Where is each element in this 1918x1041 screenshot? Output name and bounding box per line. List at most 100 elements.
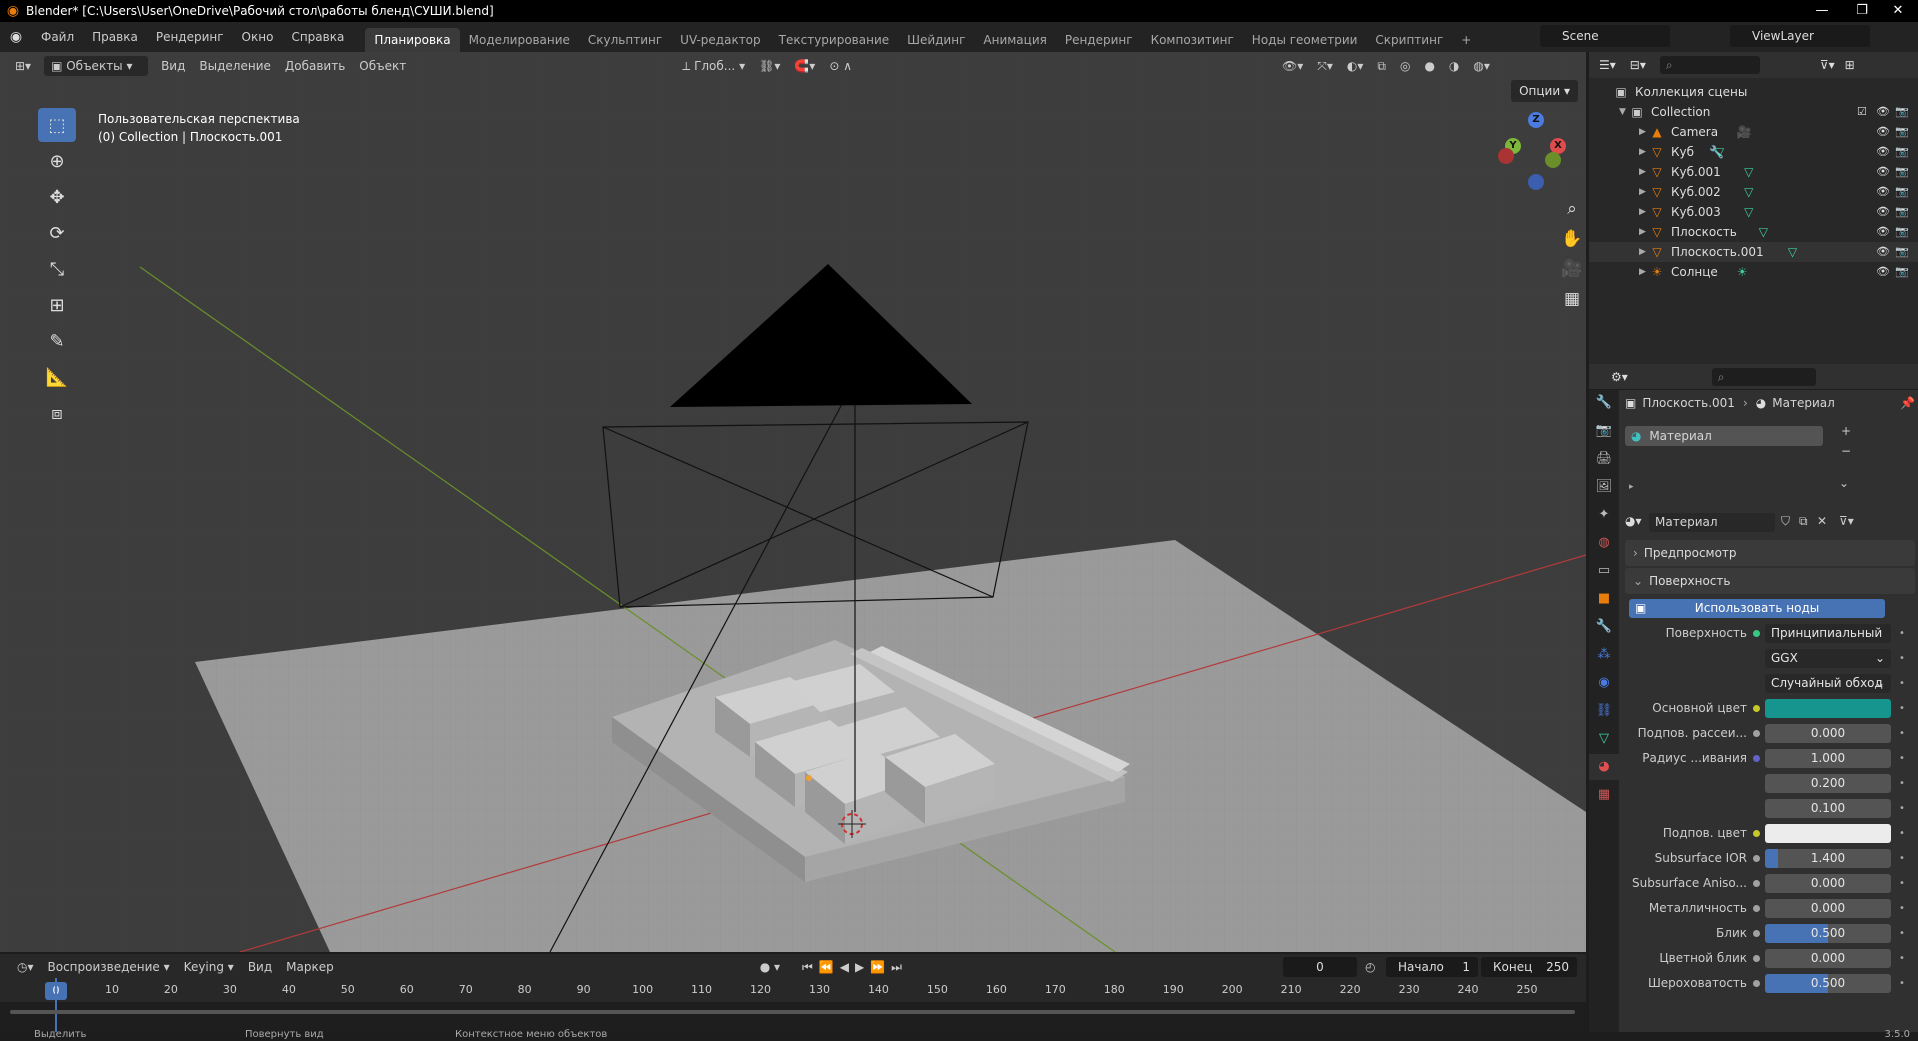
outliner-search-input[interactable]: ⌕ [1659,56,1760,74]
clock-icon[interactable]: ◴ [1365,960,1375,974]
end-frame-field[interactable]: Конец 250 [1481,957,1577,977]
timeline-scrollbar[interactable] [10,1010,1575,1014]
collection-checkbox[interactable]: ☑ [1857,102,1867,122]
menu-window[interactable]: Окно [233,22,283,52]
physics-tab-icon[interactable]: ◉ [1589,670,1619,696]
animate-dot-icon[interactable]: • [1899,696,1905,721]
render-camera-icon[interactable]: 📷 [1895,122,1909,142]
animate-dot-icon[interactable]: • [1899,871,1905,896]
eye-icon[interactable]: 👁 [1876,182,1890,202]
duplicate-material-icon[interactable]: ⧉ [1799,514,1808,529]
view-layer-tab-icon[interactable]: 🖼 [1589,474,1619,500]
eye-icon[interactable]: 👁 [1876,222,1890,242]
dropdown-field[interactable]: Случайный обход ⌄ [1765,674,1891,693]
gizmo-neg-x-axis[interactable] [1498,148,1514,164]
scene-collection-row[interactable]: ▣ Коллекция сцены [1589,82,1918,102]
particles-tab-icon[interactable]: ⁂ [1589,642,1619,668]
expand-arrow-icon[interactable]: ▶ [1639,182,1649,202]
use-nodes-button[interactable]: ▣ Использовать ноды [1629,599,1885,618]
number-field[interactable]: 1.000 [1765,749,1891,768]
editor-type-icon[interactable]: ⊞▾ [8,56,38,76]
texture-tab-icon[interactable]: ▦ [1589,782,1619,808]
menu-edit[interactable]: Правка [83,22,147,52]
menu-playback[interactable]: Воспроизведение ▾ [41,957,177,977]
render-tab-icon[interactable]: 📷 [1589,418,1619,444]
number-field[interactable]: 0.000 [1765,899,1891,918]
pan-hand-icon[interactable]: ✋ [1557,224,1586,254]
collection-row[interactable]: ▼ ▣ Collection ☑ 👁 📷 [1589,102,1918,122]
world-tab-icon[interactable]: ◍ [1589,530,1619,556]
outliner-item[interactable]: ▶ ▽ Куб.001 ▽ 👁 📷 [1589,162,1918,182]
socket-dot-icon[interactable] [1753,830,1760,837]
render-camera-icon[interactable]: 📷 [1895,222,1909,242]
dropdown-field[interactable]: GGX ⌄ [1765,649,1891,668]
socket-dot-icon[interactable] [1753,980,1760,987]
tab-geometry-nodes[interactable]: Ноды геометрии [1243,28,1367,52]
slider-field[interactable]: 1.400 [1765,849,1891,868]
maximize-button[interactable]: ❐ [1842,0,1882,22]
gizmo-toggle-icon[interactable]: ⤧▾ [1310,56,1340,76]
output-tab-icon[interactable]: 🖨 [1589,446,1619,472]
render-camera-icon[interactable]: 📷 [1895,102,1909,122]
annotate-tool-icon[interactable]: ✎ [38,324,76,358]
animate-dot-icon[interactable]: • [1899,771,1905,796]
tab-animation[interactable]: Анимация [974,28,1055,52]
options-dropdown[interactable]: Опции ▾ [1511,80,1578,102]
animate-dot-icon[interactable]: • [1899,796,1905,821]
outliner-item[interactable]: ▶ ▽ Куб.003 ▽ 👁 📷 [1589,202,1918,222]
slider-field[interactable]: 0.500 [1765,924,1891,943]
expand-arrow-icon[interactable]: ▶ [1639,222,1649,242]
add-slot-icon[interactable]: + [1841,424,1851,438]
overlay-toggle-icon[interactable]: ◐▾ [1340,56,1371,76]
socket-dot-icon[interactable] [1753,905,1760,912]
object-tab-icon[interactable]: ■ [1589,586,1619,612]
outliner-item[interactable]: ▶ ▽ Плоскость ▽ 👁 📷 [1589,222,1918,242]
scene-tab-icon[interactable]: ✦ [1589,502,1619,528]
menu-timeline-view[interactable]: Вид [241,957,279,977]
data-tab-icon[interactable]: ▽ [1589,726,1619,752]
socket-dot-icon[interactable] [1753,855,1760,862]
tab-compositing[interactable]: Композитинг [1142,28,1243,52]
add-workspace-button[interactable]: + [1452,28,1480,52]
menu-keying[interactable]: Keying ▾ [177,957,241,977]
preview-section[interactable]: › Предпросмотр [1625,540,1915,566]
socket-dot-icon[interactable] [1753,755,1760,762]
menu-file[interactable]: Файл [32,22,83,52]
display-mode-icon[interactable]: ⊟▾ [1630,58,1646,72]
animate-dot-icon[interactable]: • [1899,896,1905,921]
outliner-item[interactable]: ▶ ▽ Куб 🔧 ▽ 👁 📷 [1589,142,1918,162]
cursor-tool-icon[interactable]: ⊕ [38,144,76,178]
menu-object[interactable]: Объект [352,56,413,76]
tab-uv-editing[interactable]: UV-редактор [671,28,769,52]
expand-arrow-icon[interactable]: ▶ [1639,262,1649,282]
tab-shading[interactable]: Шейдинг [898,28,974,52]
material-name-field[interactable]: Материал [1649,513,1775,532]
render-camera-icon[interactable]: 📷 [1895,242,1909,262]
dropdown-field[interactable]: Принципиальный BS...⌄ [1765,624,1891,643]
gizmo-neg-z-axis[interactable] [1528,174,1544,190]
measure-tool-icon[interactable]: 📐 [38,360,76,394]
scene-selector[interactable]: Scene [1540,25,1670,47]
color-swatch[interactable] [1765,699,1891,718]
tab-modeling[interactable]: Моделирование [460,28,579,52]
gizmo-z-axis[interactable]: Z [1528,112,1544,128]
camera-data-icon[interactable]: 🎥 [1737,122,1752,142]
minimize-button[interactable]: — [1802,0,1842,22]
animate-dot-icon[interactable]: • [1899,646,1905,671]
mesh-data-icon[interactable]: ▽ [1744,182,1753,202]
expand-arrow-icon[interactable]: ▶ [1639,202,1649,222]
animate-dot-icon[interactable]: • [1899,721,1905,746]
xray-icon[interactable]: ⧉ [1370,56,1393,76]
new-collection-icon[interactable]: ⊞ [1845,58,1855,72]
animate-dot-icon[interactable]: • [1899,846,1905,871]
expand-arrow-icon[interactable]: ▶ [1639,242,1649,262]
move-tool-icon[interactable]: ✥ [38,180,76,214]
mesh-data-icon[interactable]: ▽ [1744,162,1753,182]
3d-viewport[interactable]: ⊞▾ ▣ Объекты ▾ Вид Выделение Добавить Об… [0,52,1586,952]
number-field[interactable]: 0.000 [1765,874,1891,893]
light-data-icon[interactable]: ☀ [1737,262,1748,282]
mode-selector[interactable]: ▣ Объекты ▾ [44,56,149,76]
zoom-icon[interactable]: ⌕ [1557,194,1586,224]
start-frame-field[interactable]: Начало 1 [1386,957,1478,977]
tab-scripting[interactable]: Скриптинг [1366,28,1452,52]
